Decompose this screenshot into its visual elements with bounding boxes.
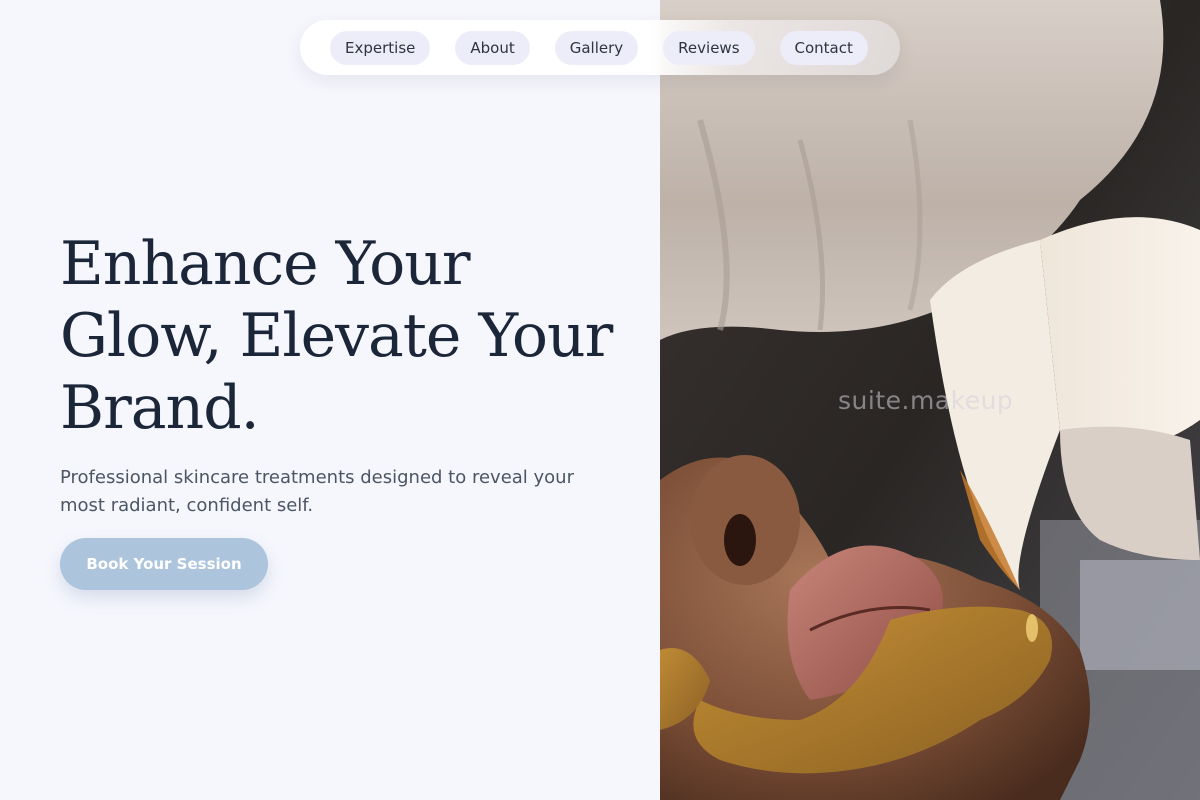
nav-item-reviews[interactable]: Reviews [663, 30, 755, 65]
main-nav: Expertise About Gallery Reviews Contact [300, 20, 900, 75]
nav-item-about[interactable]: About [455, 30, 530, 65]
book-session-button[interactable]: Book Your Session [60, 538, 268, 590]
hero-subtext: Professional skincare treatments designe… [60, 467, 574, 516]
nav-item-expertise[interactable]: Expertise [330, 30, 431, 65]
hero-headline: Enhance Your Glow, Elevate Your Brand. [60, 229, 613, 443]
landing-page: suite.makeup Expertise About Gallery Rev… [0, 0, 1200, 800]
nav-item-contact[interactable]: Contact [779, 30, 868, 65]
image-watermark: suite.makeup [838, 386, 1014, 415]
hero-photo: suite.makeup [660, 0, 1200, 800]
nav-item-gallery[interactable]: Gallery [554, 30, 639, 65]
